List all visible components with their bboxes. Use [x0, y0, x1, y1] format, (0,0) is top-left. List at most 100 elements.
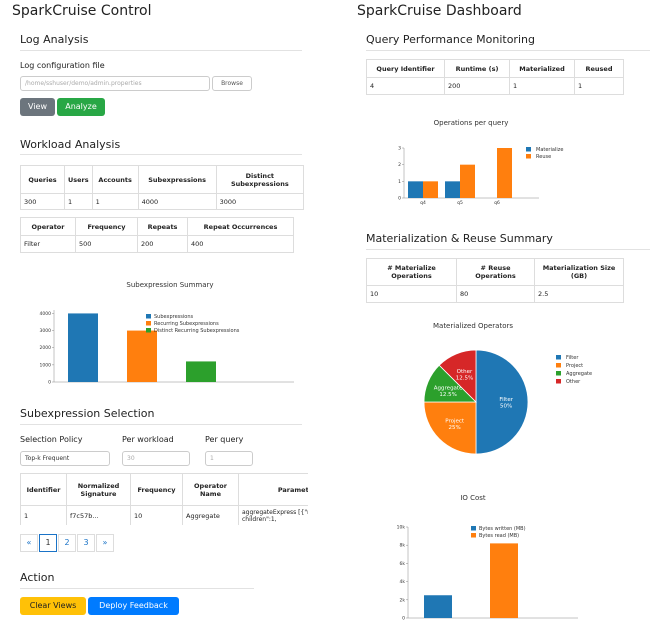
config-label: Log configuration file: [20, 61, 105, 70]
y-tick-label: 2000: [40, 345, 52, 351]
table-header: Users: [64, 165, 93, 194]
table-cell: Aggregate: [182, 505, 239, 525]
y-tick-label: 10k: [397, 525, 406, 531]
legend-swatch: [556, 379, 561, 384]
legend-label: Aggregate: [566, 371, 592, 377]
legend-swatch: [526, 154, 531, 159]
per-query-label: Per query: [205, 435, 244, 444]
legend-label: Project: [566, 363, 583, 369]
y-tick-label: 1: [398, 179, 401, 185]
x-tick-label: q5: [457, 200, 463, 206]
table-row: 4 200 1 1: [366, 77, 624, 95]
materialized-operators-chart: Filter 50%FilterProject 25%ProjectAggregat…: [423, 349, 592, 455]
legend-label: Subexpressions: [154, 314, 193, 320]
subexpression-summary-chart: 0 1000 2000 3000 4000 SubexpressionsRecurring…: [40, 310, 294, 386]
table-cell: 10: [130, 505, 183, 525]
perf-table: Query Identifier Runtime (s) Materialize…: [366, 59, 624, 95]
chart-title: IO Cost: [460, 494, 486, 502]
table-cell: 80: [456, 285, 535, 303]
pager-page-3[interactable]: 3: [77, 534, 95, 552]
deploy-feedback-button[interactable]: Deploy Feedback: [88, 597, 179, 615]
bar: [68, 313, 98, 382]
table-cell: 1: [509, 77, 575, 95]
dashboard-title: SparkCruise Dashboard: [357, 3, 522, 19]
clear-views-button[interactable]: Clear Views: [20, 597, 86, 615]
view-button[interactable]: View: [20, 98, 55, 116]
legend-label: Filter: [566, 355, 579, 361]
operations-per-query-chart: 0 1 2 3 q4 q5 q6 MaterializeReuse: [398, 146, 563, 207]
y-tick-label: 4000: [40, 311, 52, 317]
y-tick-label: 0: [402, 616, 405, 620]
table-cell: 1: [64, 193, 93, 210]
table-header: Accounts: [91, 165, 139, 194]
workload-heading: Workload Analysis: [20, 138, 121, 151]
pager-next[interactable]: »: [96, 534, 114, 552]
table-cell: aggregateExpress [{"num-children":1,: [238, 505, 308, 525]
legend-label: Materialize: [536, 147, 563, 153]
bar: [490, 543, 518, 618]
table-header: Reused: [574, 59, 624, 78]
legend-swatch: [556, 355, 561, 360]
mat-reuse-heading: Materialization & Reuse Summary: [366, 232, 553, 245]
table-cell: 1: [91, 193, 139, 210]
divider: [366, 50, 650, 51]
table-header: Parameters: [238, 473, 308, 506]
slice-label: Filter 50%: [499, 397, 513, 410]
policy-select[interactable]: Top-k Frequent: [20, 451, 110, 466]
y-tick-label: 3: [398, 146, 401, 152]
y-tick-label: 3000: [40, 328, 52, 334]
legend-swatch: [471, 526, 476, 531]
control-title: SparkCruise Control: [12, 3, 152, 19]
table-header: Operator Name: [182, 473, 239, 506]
bar: [408, 181, 423, 198]
legend-swatch: [146, 314, 151, 319]
table-cell: 300: [20, 193, 65, 210]
config-path-input[interactable]: /home/sshuser/demo/admin.properties: [20, 76, 210, 91]
chart-title: Operations per query: [433, 119, 509, 127]
io-cost-chart: 0 2k 4k 6k 8k 10k Bytes written (MB)Bytes read…: [397, 525, 578, 620]
legend-swatch: [146, 328, 151, 333]
per-query-input[interactable]: 1: [205, 451, 253, 466]
table-cell: 500: [75, 235, 138, 253]
browse-button[interactable]: Browse: [212, 76, 252, 91]
log-analysis-heading: Log Analysis: [20, 33, 89, 46]
table-header: Distinct Subexpressions: [215, 165, 305, 194]
slice-label: Other 12.5%: [456, 369, 473, 382]
y-tick-label: 4k: [400, 579, 406, 585]
per-workload-input[interactable]: 30: [122, 451, 190, 466]
table-header: Repeat Occurrences: [187, 217, 294, 236]
perf-heading: Query Performance Monitoring: [366, 33, 535, 46]
bar: [497, 148, 512, 198]
selection-table: Identifier Normalized Signature Frequenc…: [20, 473, 308, 525]
table-header: Frequency: [75, 217, 138, 236]
table-cell: 1: [20, 505, 67, 525]
table-cell: Filter: [20, 235, 76, 253]
table-cell: 200: [137, 235, 188, 253]
legend-label: Reuse: [536, 154, 551, 160]
bar: [445, 181, 460, 198]
legend-label: Bytes written (MB): [479, 526, 526, 532]
analyze-button[interactable]: Analyze: [57, 98, 105, 116]
y-tick-label: 8k: [400, 543, 406, 549]
table-header: Subexpressions: [137, 165, 217, 194]
table-header: # Reuse Operations: [456, 258, 535, 286]
y-tick-label: 2k: [400, 597, 406, 603]
divider: [20, 424, 302, 425]
selection-table-wrapper[interactable]: Identifier Normalized Signature Frequenc…: [20, 473, 308, 525]
table-header: Operator: [20, 217, 76, 236]
pager-page-1[interactable]: 1: [39, 534, 57, 552]
table-row: 300 1 1 4000 3000: [20, 193, 305, 210]
pager-prev[interactable]: «: [20, 534, 38, 552]
pager-page-2[interactable]: 2: [58, 534, 76, 552]
legend-swatch: [526, 147, 531, 152]
subexpr-selection-heading: Subexpression Selection: [20, 407, 155, 420]
y-tick-label: 6k: [400, 561, 406, 567]
bar: [186, 361, 216, 382]
bar: [460, 164, 475, 198]
workload-summary-table: Queries Users Accounts Subexpressions Di…: [20, 165, 305, 210]
table-cell: 1: [574, 77, 624, 95]
divider: [20, 50, 302, 51]
table-header: Materialization Size (GB): [534, 258, 624, 286]
legend-label: Distinct Recurring Subexpressions: [154, 328, 240, 334]
divider: [20, 154, 302, 155]
